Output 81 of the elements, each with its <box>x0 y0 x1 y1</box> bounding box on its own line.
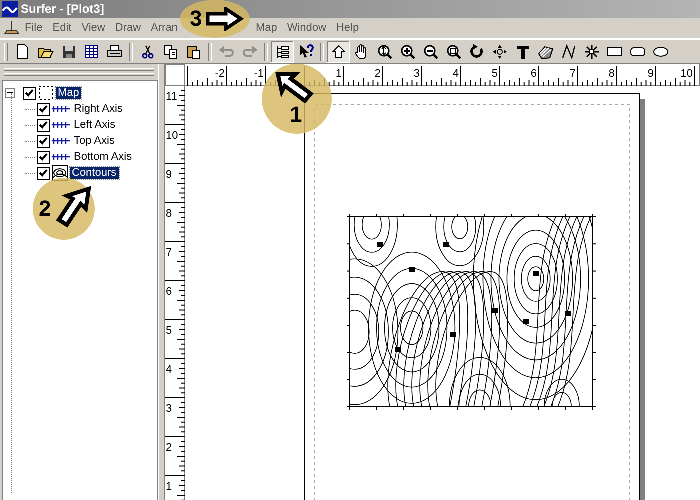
menu-item[interactable]: File <box>20 22 48 34</box>
ruler-label: 2 <box>166 442 172 454</box>
help-pointer-icon <box>298 44 314 60</box>
tree-list-button[interactable] <box>271 40 294 62</box>
ruler-label: 1 <box>166 481 172 493</box>
axis-icon <box>52 121 70 129</box>
menu-item[interactable]: Map <box>250 22 282 34</box>
redo-icon <box>242 44 258 60</box>
tree-item[interactable]: Right Axis <box>72 103 125 115</box>
right-arrow-icon <box>206 7 244 31</box>
ruler-label: 4 <box>452 68 459 80</box>
up-arrow-icon <box>330 44 346 60</box>
clipboard-icon <box>186 44 202 60</box>
tree-item[interactable]: Bottom Axis <box>72 151 134 163</box>
copy-icon <box>162 44 178 60</box>
menu-item[interactable]: Draw <box>110 22 146 34</box>
up-arrow-button[interactable] <box>327 40 350 62</box>
axis-icon <box>52 153 70 161</box>
polygon-icon <box>538 44 554 60</box>
map-frame-icon <box>38 85 54 101</box>
menu-item[interactable]: Help <box>331 22 364 34</box>
ruler-label: 9 <box>648 68 654 80</box>
ruler-label: 2 <box>374 68 381 80</box>
checkbox[interactable] <box>37 134 50 148</box>
ruler-label: 3 <box>166 403 172 415</box>
redraw-icon <box>468 44 484 60</box>
zoom-fit-icon <box>376 44 392 60</box>
checkbox[interactable] <box>37 166 50 180</box>
app-logo-icon <box>2 1 18 17</box>
tree-item[interactable]: Left Axis <box>72 119 118 131</box>
ruler-label: 10 <box>166 130 178 142</box>
splitter[interactable] <box>158 64 165 500</box>
text-tool-icon <box>514 44 530 60</box>
checkbox[interactable] <box>37 102 50 116</box>
tree-item[interactable]: Top Axis <box>72 135 117 147</box>
ruler-label: 6 <box>530 68 537 80</box>
contour-icon <box>52 165 68 181</box>
table-icon <box>84 44 100 60</box>
pan-arrows-icon <box>492 44 508 60</box>
callout-number: 1 <box>290 104 302 126</box>
checkbox[interactable] <box>23 86 36 100</box>
zoom-in-icon <box>400 44 416 60</box>
ruler-label: 7 <box>166 247 172 259</box>
ruler-label: 4 <box>166 364 172 376</box>
tree-list-icon <box>274 44 290 60</box>
menu-item[interactable]: Edit <box>48 22 77 34</box>
axis-icon <box>52 137 70 145</box>
ruler-label: 5 <box>166 325 172 337</box>
callout-number: 2 <box>39 198 52 220</box>
ruler-label: -2 <box>215 68 225 80</box>
axis-icon <box>52 105 70 113</box>
polyline-icon <box>560 44 576 60</box>
ruler-label: 8 <box>608 68 615 80</box>
tree-item[interactable]: Contours <box>70 167 119 179</box>
ruler-label: 11 <box>166 91 178 103</box>
ruler-label: 7 <box>570 68 576 80</box>
ruler-label: 8 <box>166 208 172 220</box>
ruler-label: 6 <box>166 286 172 298</box>
undo-icon <box>218 44 234 60</box>
menu-item[interactable]: View <box>76 22 110 34</box>
menu-item[interactable]: Arran <box>146 22 183 34</box>
ruler-label: 1 <box>336 68 342 80</box>
ruler-label: 3 <box>414 68 420 80</box>
ruler-label: -1 <box>254 68 264 80</box>
window-title: Surfer - [Plot3] <box>21 2 104 16</box>
callout-number: 3 <box>190 8 202 30</box>
checkbox[interactable] <box>37 118 50 132</box>
scissors-icon <box>140 44 156 60</box>
zoom-out-icon <box>422 44 438 60</box>
checkbox[interactable] <box>37 150 50 164</box>
printer-icon <box>106 44 122 60</box>
ruler-label: 10 <box>680 68 693 80</box>
hand-icon <box>354 44 370 60</box>
new-file-icon <box>14 44 30 60</box>
symbol-icon <box>584 44 600 60</box>
ruler-label: 9 <box>166 169 172 181</box>
ruler-label: 5 <box>492 68 498 80</box>
menu-item[interactable]: Window <box>282 22 332 34</box>
up-right-arrow-icon <box>55 186 93 228</box>
collapse-toggle-icon[interactable] <box>5 88 15 98</box>
tree-item[interactable]: Map <box>56 87 82 99</box>
